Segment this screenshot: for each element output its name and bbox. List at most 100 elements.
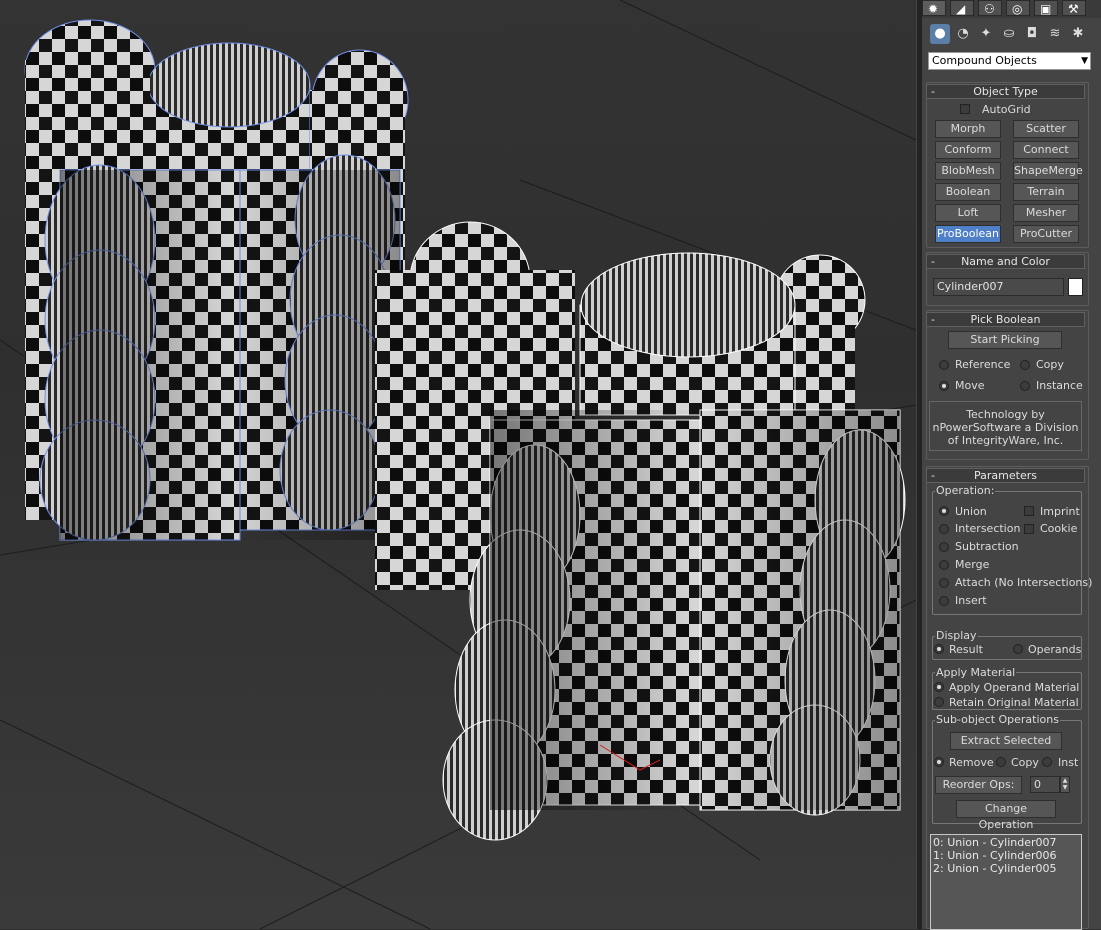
reference-radio[interactable]	[939, 360, 949, 370]
insert-radio[interactable]	[939, 596, 949, 606]
remove-radio[interactable]	[934, 757, 944, 767]
chevron-down-icon: ▼	[1081, 56, 1088, 66]
pick-boolean-header[interactable]: - Pick Boolean	[926, 312, 1085, 327]
copy-radio[interactable]	[1020, 360, 1030, 370]
create-icon: ✹	[928, 2, 939, 16]
instance-radio[interactable]	[1020, 381, 1030, 391]
spinner-arrows-icon[interactable]: ▲ ▼	[1060, 776, 1070, 793]
result-label: Result	[949, 643, 983, 656]
lights-icon[interactable]: ✦	[976, 24, 996, 44]
conform-button[interactable]: Conform	[935, 141, 1001, 159]
hierarchy-icon: ⚇	[984, 2, 995, 16]
object-color-swatch[interactable]	[1068, 278, 1083, 296]
merge-label: Merge	[955, 558, 990, 571]
retain-original-material-label: Retain Original Material	[949, 696, 1079, 709]
boolean-button[interactable]: Boolean	[935, 183, 1001, 201]
insert-label: Insert	[955, 594, 987, 607]
apply-material-label: Apply Material	[935, 666, 1017, 679]
start-picking-button[interactable]: Start Picking	[948, 331, 1062, 349]
object-type-title: Object Type	[973, 85, 1038, 98]
list-item[interactable]: 0: Union - Cylinder007	[933, 836, 1057, 849]
connect-button[interactable]: Connect	[1013, 141, 1079, 159]
blobmesh-button[interactable]: BlobMesh	[935, 162, 1001, 180]
mesher-button[interactable]: Mesher	[1013, 204, 1079, 222]
object-name-field[interactable]: Cylinder007	[933, 278, 1064, 296]
proboolean-button[interactable]: ProBoolean	[935, 225, 1001, 243]
copy-subobject-label: Copy	[1011, 756, 1039, 769]
operands-label: Operands	[1028, 643, 1082, 656]
parameters-title: Parameters	[974, 469, 1037, 482]
utilities-tab[interactable]: ⚒	[1062, 0, 1086, 16]
reorder-ops-spinner[interactable]: 0	[1030, 776, 1060, 793]
apply-operand-material-label: Apply Operand Material	[949, 681, 1080, 694]
display-label: Display	[935, 629, 978, 642]
apply-operand-material-radio[interactable]	[934, 682, 944, 692]
scatter-button[interactable]: Scatter	[1013, 120, 1079, 138]
autogrid-checkbox[interactable]	[960, 104, 970, 114]
credit-line-3: of IntegrityWare, Inc.	[947, 434, 1064, 447]
attach-label: Attach (No Intersections)	[955, 576, 1093, 589]
display-icon: ▣	[1040, 2, 1052, 16]
reference-label: Reference	[955, 358, 1011, 371]
parameters-header[interactable]: - Parameters	[926, 468, 1085, 483]
copy-subobject-radio[interactable]	[996, 757, 1006, 767]
change-operation-button[interactable]: Change Operation	[956, 800, 1056, 831]
operands-radio[interactable]	[1013, 644, 1023, 654]
list-item[interactable]: 1: Union - Cylinder006	[933, 849, 1057, 862]
geometry-icon[interactable]: ●	[930, 24, 950, 44]
proboolean-result-object	[375, 221, 906, 841]
shapes-icon[interactable]: ◔	[953, 24, 973, 44]
object-type-header[interactable]: - Object Type	[926, 84, 1085, 99]
move-radio[interactable]	[939, 381, 949, 391]
modify-tab[interactable]: ◢	[950, 0, 974, 16]
perspective-viewport[interactable]	[0, 0, 916, 929]
retain-original-material-radio[interactable]	[934, 697, 944, 707]
autogrid-label: AutoGrid	[982, 103, 1031, 116]
reorder-ops-button[interactable]: Reorder Ops:	[935, 776, 1022, 794]
create-tab[interactable]: ✹	[922, 0, 946, 16]
category-dropdown-value: Compound Objects	[932, 54, 1037, 67]
intersection-label: Intersection	[955, 522, 1021, 535]
union-label: Union	[955, 505, 987, 518]
cameras-icon[interactable]: ⛀	[999, 24, 1019, 44]
inst-radio[interactable]	[1042, 757, 1052, 767]
helpers-icon[interactable]: ◘	[1022, 24, 1042, 44]
shapemerge-button[interactable]: ShapeMerge	[1013, 162, 1083, 180]
collapse-icon: -	[931, 469, 935, 482]
modify-icon: ◢	[956, 2, 966, 16]
union-radio[interactable]	[939, 506, 949, 516]
motion-icon: ◎	[1012, 2, 1023, 16]
remove-label: Remove	[949, 756, 994, 769]
imprint-checkbox[interactable]	[1024, 506, 1034, 516]
procutter-button[interactable]: ProCutter	[1013, 225, 1079, 243]
name-and-color-header[interactable]: - Name and Color	[926, 254, 1085, 269]
utilities-icon: ⚒	[1068, 2, 1079, 16]
terrain-button[interactable]: Terrain	[1013, 183, 1079, 201]
credit-line-1: Technology by	[966, 408, 1045, 421]
attach-radio[interactable]	[939, 578, 949, 588]
result-radio[interactable]	[934, 644, 944, 654]
subtraction-label: Subtraction	[955, 540, 1019, 553]
operations-list[interactable]: 0: Union - Cylinder007 1: Union - Cylind…	[930, 834, 1082, 930]
instance-label: Instance	[1036, 379, 1083, 392]
command-panel-tabs: ✹ ◢ ⚇ ◎ ▣ ⚒	[922, 0, 1101, 18]
command-panel: ✹ ◢ ⚇ ◎ ▣ ⚒ ● ◔ ✦ ⛀ ◘ ≋ ✱ Compound Objec…	[922, 0, 1101, 930]
pick-boolean-title: Pick Boolean	[970, 313, 1041, 326]
motion-tab[interactable]: ◎	[1006, 0, 1030, 16]
intersection-radio[interactable]	[939, 524, 949, 534]
display-tab[interactable]: ▣	[1034, 0, 1058, 16]
spacewarps-icon[interactable]: ≋	[1045, 24, 1065, 44]
merge-radio[interactable]	[939, 560, 949, 570]
loft-button[interactable]: Loft	[935, 204, 1001, 222]
subtraction-radio[interactable]	[939, 542, 949, 552]
extract-selected-button[interactable]: Extract Selected	[950, 732, 1062, 750]
morph-button[interactable]: Morph	[935, 120, 1001, 138]
hierarchy-tab[interactable]: ⚇	[978, 0, 1002, 16]
imprint-label: Imprint	[1040, 505, 1080, 518]
systems-icon[interactable]: ✱	[1068, 24, 1088, 44]
category-dropdown[interactable]: Compound Objects ▼	[928, 52, 1091, 70]
cookie-label: Cookie	[1040, 522, 1078, 535]
cookie-checkbox[interactable]	[1024, 524, 1034, 534]
move-label: Move	[955, 379, 985, 392]
list-item[interactable]: 2: Union - Cylinder005	[933, 862, 1057, 875]
